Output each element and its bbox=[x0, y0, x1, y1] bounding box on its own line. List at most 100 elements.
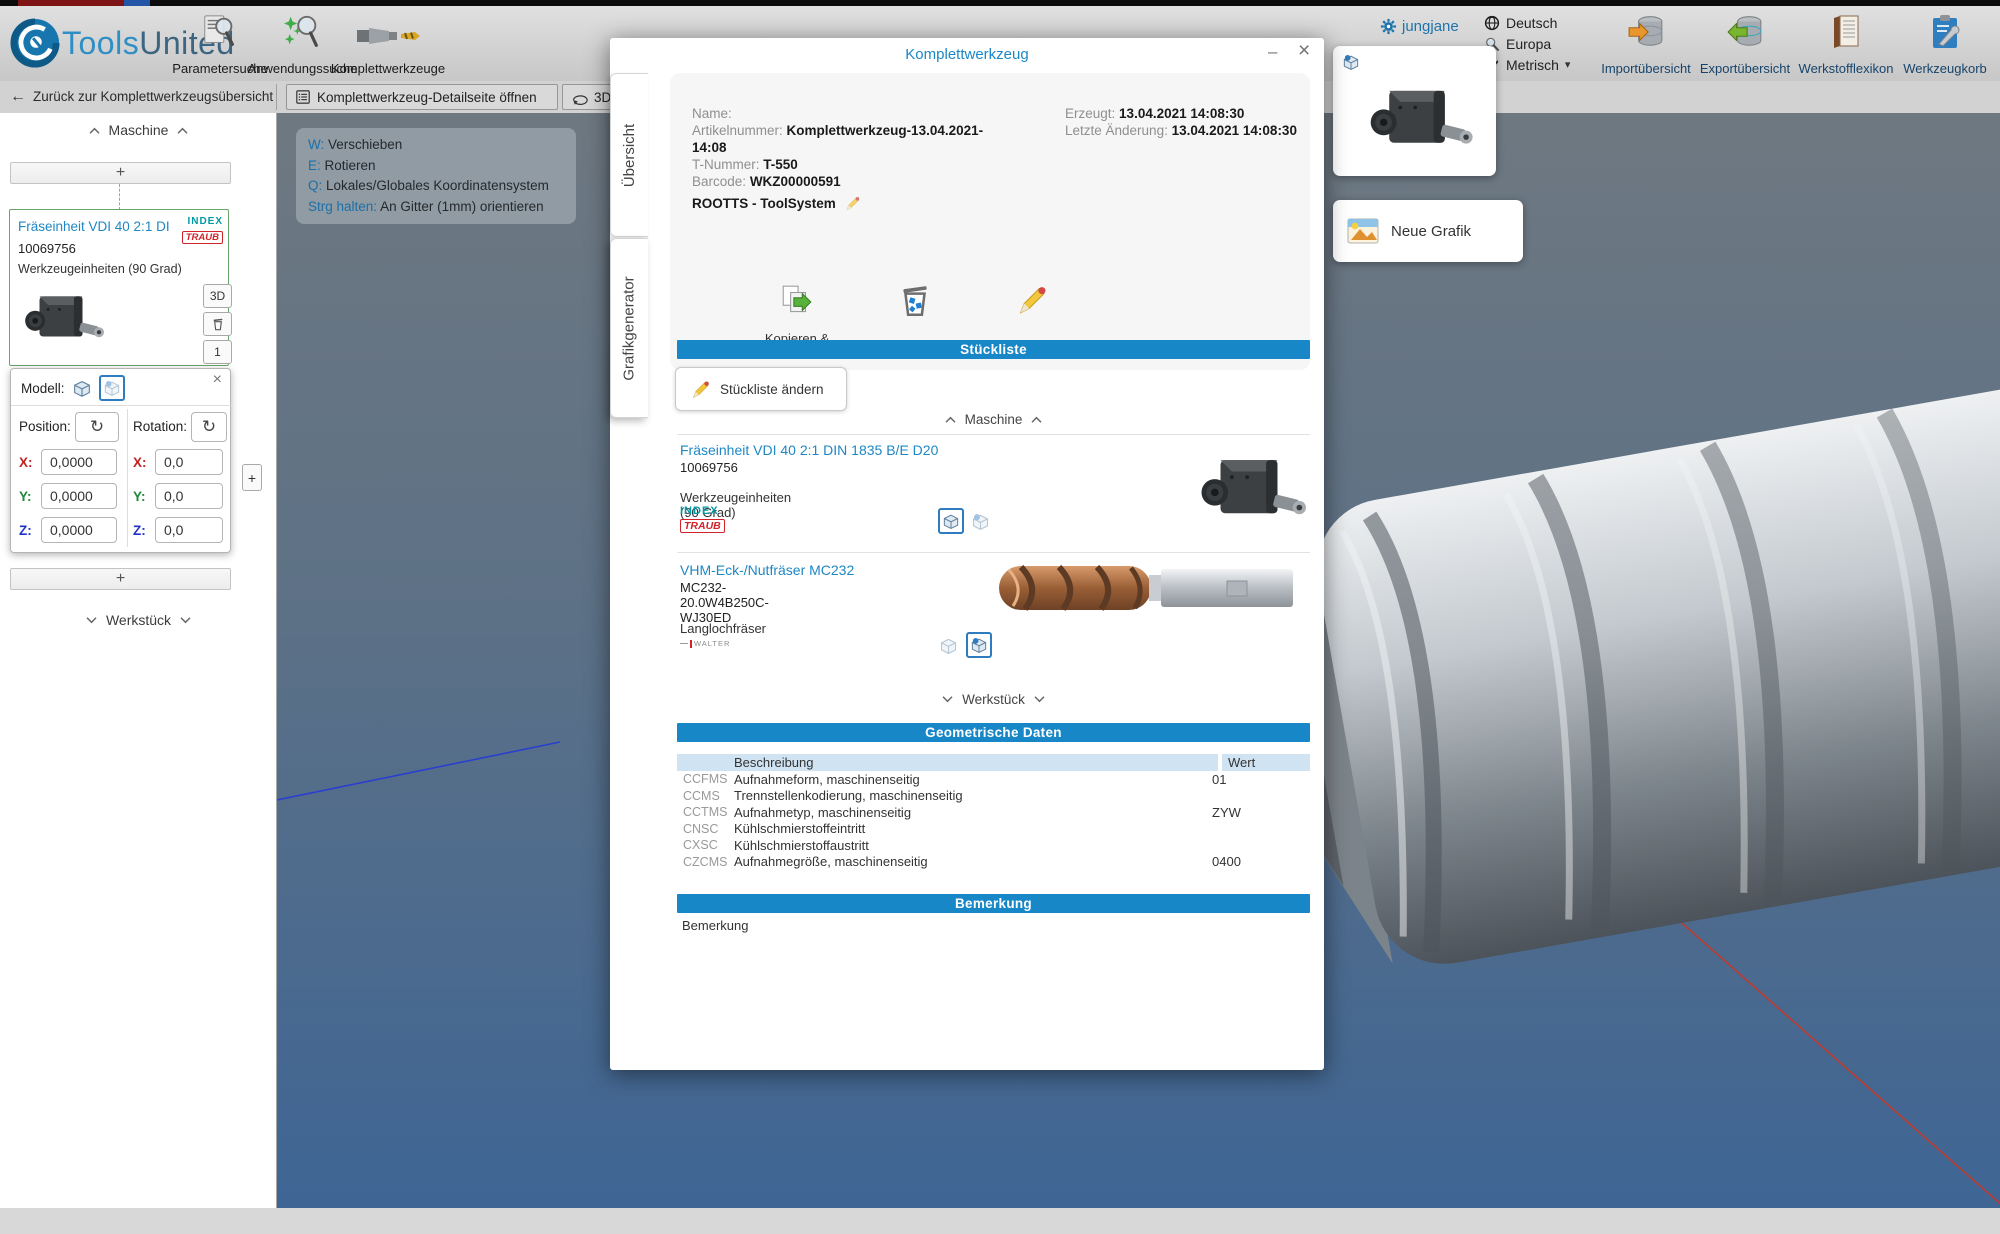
model-cube-icon[interactable] bbox=[71, 377, 93, 399]
reset-position-button[interactable]: ↻ bbox=[75, 412, 119, 442]
cam-cube-toggle-inactive[interactable] bbox=[970, 511, 991, 532]
axis-x-label: X: bbox=[133, 455, 151, 470]
component-card[interactable]: Fräseinheit VDI 40 2:1 DIN INDEX TRAUB 1… bbox=[9, 209, 229, 366]
section-label: Werkstück bbox=[106, 612, 171, 628]
close-button[interactable]: × bbox=[1298, 39, 1310, 63]
section-label: Werkstück bbox=[962, 692, 1025, 707]
add-machine-component-button[interactable]: + bbox=[10, 162, 231, 184]
sidebar-section-maschine[interactable]: Maschine bbox=[0, 121, 277, 139]
axis-z-label: Z: bbox=[19, 523, 37, 538]
position-z-input[interactable] bbox=[41, 517, 117, 543]
picture-icon bbox=[1347, 218, 1379, 244]
add-attached-component-button[interactable]: + bbox=[242, 464, 262, 491]
tab-detail-page[interactable]: Komplettwerkzeug-Detailseite öffnen bbox=[286, 84, 558, 110]
modal-section-werkstueck[interactable]: Werkstück bbox=[677, 690, 1310, 708]
cam-cube-toggle-active[interactable] bbox=[966, 632, 992, 658]
list-icon bbox=[295, 89, 311, 105]
region-selector[interactable]: Europa bbox=[1484, 33, 1570, 54]
modal-tab-grafikgenerator[interactable]: Grafikgenerator bbox=[610, 238, 648, 418]
nav-label: Komplettwerkzeuge bbox=[331, 61, 445, 76]
rotation-z-input[interactable] bbox=[155, 517, 223, 543]
row-code: CXSC bbox=[677, 838, 734, 852]
back-arrow-icon: ← bbox=[10, 88, 26, 106]
bom-item-image bbox=[1192, 444, 1306, 536]
index-logo: INDEX bbox=[182, 216, 223, 227]
new-graphic-button[interactable]: Neue Grafik bbox=[1333, 200, 1523, 262]
hint-text: Verschieben bbox=[328, 137, 402, 152]
bom-item-image bbox=[995, 558, 1301, 618]
plus-label: + bbox=[116, 570, 125, 588]
nav-exportuebersicht[interactable]: Exportübersicht bbox=[1692, 12, 1798, 76]
walter-logo: WALTER bbox=[680, 639, 730, 648]
structure-sidebar: Maschine + Fräseinheit VDI 40 2:1 DIN IN… bbox=[0, 113, 277, 1208]
modal-section-maschine[interactable]: Maschine bbox=[677, 410, 1310, 428]
row-code: CCFMS bbox=[677, 772, 734, 786]
axis-y-label: Y: bbox=[133, 489, 151, 504]
units-selector[interactable]: Metrisch ▾ bbox=[1484, 54, 1570, 75]
minimize-button[interactable]: – bbox=[1268, 42, 1277, 62]
back-link[interactable]: ← Zurück zur Komplettwerkzeugsübersicht bbox=[10, 81, 273, 112]
chevron-down-icon bbox=[1033, 695, 1046, 704]
rotation-y-input[interactable] bbox=[155, 483, 223, 509]
modal-tab-uebersicht[interactable]: Übersicht bbox=[610, 73, 648, 237]
geo-table-row: CCFMS Aufnahmeform, maschinenseitig 01 bbox=[677, 771, 1310, 788]
close-model-panel-button[interactable]: × bbox=[213, 371, 222, 389]
cam-cube-icon bbox=[102, 378, 122, 398]
row-description: Kühlschmierstoffeintritt bbox=[734, 821, 1212, 836]
bom-item-type: Langlochfräser bbox=[680, 621, 766, 636]
nav-importuebersicht[interactable]: Importübersicht bbox=[1591, 12, 1701, 76]
panel-column-divider bbox=[127, 409, 128, 547]
quantity-field[interactable]: 1 bbox=[203, 340, 232, 364]
pencil-icon bbox=[690, 379, 711, 400]
hint-key: E: bbox=[308, 158, 321, 173]
row-value: 0400 bbox=[1212, 854, 1241, 869]
barcode-value: WKZ00000591 bbox=[750, 174, 841, 189]
nav-label: Werkzeugkorb bbox=[1903, 61, 1987, 76]
user-menu[interactable]: jungjane bbox=[1380, 18, 1459, 35]
caret-down-icon: ▾ bbox=[1565, 58, 1571, 71]
refresh-icon: ↻ bbox=[90, 417, 104, 437]
model-transform-panel: Modell: × Position: ↻ Rotation: ↻ X: bbox=[10, 368, 231, 553]
language-selector[interactable]: Deutsch bbox=[1484, 12, 1570, 33]
graphic-preview-card[interactable] bbox=[1333, 46, 1496, 176]
position-y-input[interactable] bbox=[41, 483, 117, 509]
geo-table-row: CNSC Kühlschmierstoffeintritt bbox=[677, 821, 1310, 838]
edit-pencil-icon[interactable] bbox=[844, 195, 861, 212]
model-cam-cube-toggle[interactable] bbox=[99, 375, 125, 401]
rotation-x-input[interactable] bbox=[155, 449, 223, 475]
chevron-up-icon bbox=[176, 126, 189, 135]
component-title-link[interactable]: Fräseinheit VDI 40 2:1 DIN bbox=[18, 219, 170, 234]
section-label: Maschine bbox=[965, 412, 1023, 427]
edit-bom-button[interactable]: Stückliste ändern bbox=[675, 367, 847, 411]
chevron-down-icon bbox=[941, 695, 954, 704]
component-number: 10069756 bbox=[18, 241, 76, 256]
view-3d-button[interactable]: 3D bbox=[203, 284, 232, 308]
nav-werkzeugkorb[interactable]: Werkzeugkorb bbox=[1893, 12, 1997, 76]
chevron-up-icon bbox=[88, 126, 101, 135]
delete-component-button[interactable] bbox=[203, 312, 232, 336]
hint-text: An Gitter (1mm) orientieren bbox=[380, 199, 544, 214]
add-machine-component-button-bottom[interactable]: + bbox=[10, 568, 231, 590]
tool-preview-image bbox=[1361, 76, 1473, 164]
position-x-input[interactable] bbox=[41, 449, 117, 475]
hint-text: Rotieren bbox=[325, 158, 376, 173]
chevron-up-icon bbox=[1030, 415, 1043, 424]
rotation-label: Rotation: bbox=[133, 419, 187, 434]
geo-table-row: CZCMS Aufnahmegröße, maschinenseitig 040… bbox=[677, 854, 1310, 871]
model-cube-toggle-inactive[interactable] bbox=[938, 635, 959, 656]
tab-label: Übersicht bbox=[621, 123, 638, 186]
nav-komplettwerkzeuge[interactable]: Komplettwerkzeuge bbox=[325, 12, 451, 76]
bom-item-title-link[interactable]: Fräseinheit VDI 40 2:1 DIN 1835 B/E D20 bbox=[680, 442, 1000, 458]
walter-logo-tick bbox=[690, 640, 692, 648]
model-cube-toggle-active[interactable] bbox=[938, 508, 964, 534]
brand-logos: INDEX TRAUB bbox=[182, 216, 223, 245]
divider bbox=[677, 552, 1310, 553]
sidebar-section-werkstueck[interactable]: Werkstück bbox=[0, 611, 277, 629]
row-code: CCTMS bbox=[677, 805, 734, 819]
walter-logo-text: WALTER bbox=[694, 639, 730, 648]
reset-rotation-button[interactable]: ↻ bbox=[191, 412, 227, 442]
nav-werkstofflexikon[interactable]: Werkstofflexikon bbox=[1790, 12, 1902, 76]
trash-cubes-icon bbox=[897, 283, 933, 319]
locale-settings: Deutsch Europa Metrisch ▾ bbox=[1484, 12, 1570, 75]
bom-item-title-link[interactable]: VHM-Eck-/Nutfräser MC232 bbox=[680, 562, 1000, 578]
